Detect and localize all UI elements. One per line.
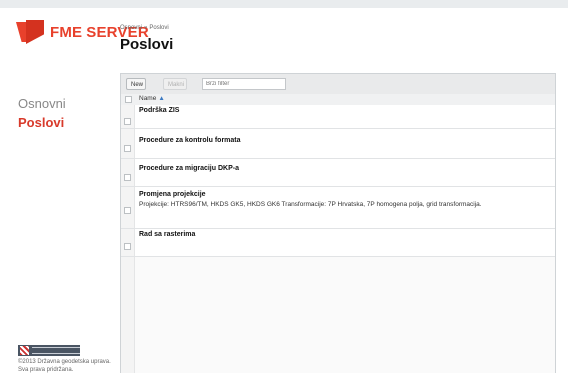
row-checkbox[interactable]: [124, 145, 131, 152]
logo-text-fme: FME: [50, 23, 83, 41]
breadcrumb-osnovni[interactable]: Osnovni: [120, 25, 142, 31]
dgu-logo: [18, 345, 80, 356]
row-gutter: [121, 159, 135, 186]
job-name: Rad sa rasterima: [139, 231, 196, 238]
row-gutter: [121, 129, 135, 158]
job-name: Procedure za kontrolu formata: [139, 137, 241, 144]
breadcrumb-separator: »: [144, 25, 148, 31]
sort-ascending-icon: ▲: [158, 95, 165, 102]
column-header-name[interactable]: Name ▲: [139, 95, 165, 102]
select-all-checkbox[interactable]: [125, 96, 132, 103]
sidebar-item-osnovni[interactable]: Osnovni: [18, 94, 113, 113]
page-title: Poslovi: [120, 36, 174, 53]
jobs-panel: New Makni Name▲ Podrška ZIS Procedure za…: [120, 73, 556, 373]
dgu-logo-lettering: [32, 347, 80, 354]
table-row[interactable]: Podrška ZIS: [121, 105, 555, 129]
row-gutter: [121, 257, 135, 373]
quick-filter-input[interactable]: [202, 78, 286, 90]
fme-logo-icon: [16, 20, 46, 44]
row-checkbox[interactable]: [124, 243, 131, 250]
row-checkbox[interactable]: [124, 174, 131, 181]
copyright-text: ©2013 Državna geodetska uprava. Sva prav…: [18, 359, 111, 373]
job-name: Promjena projekcije: [139, 191, 206, 198]
new-button[interactable]: New: [126, 78, 146, 90]
sidebar-nav: Osnovni Poslovi: [18, 94, 113, 132]
croatian-crest-icon: [20, 346, 29, 355]
job-description: Projekcije: HTRS96/TM, HKDS GK5, HKDS GK…: [139, 201, 482, 208]
top-strip: [0, 0, 568, 8]
breadcrumb: Osnovni» Poslovi: [120, 25, 169, 31]
table-row[interactable]: Rad sa rasterima: [121, 229, 555, 257]
column-header-label: Name: [139, 95, 157, 102]
grid-toolbar: New Makni: [121, 74, 555, 95]
footer: ©2013 Državna geodetska uprava. Sva prav…: [18, 345, 118, 374]
row-checkbox[interactable]: [124, 207, 131, 214]
table-row[interactable]: Procedure za kontrolu formata: [121, 129, 555, 159]
delete-button[interactable]: Makni: [163, 78, 187, 90]
job-name: Procedure za migraciju DKP-a: [139, 165, 239, 172]
job-name: Podrška ZIS: [139, 107, 180, 114]
table-row[interactable]: Promjena projekcije Projekcije: HTRS96/T…: [121, 187, 555, 229]
grid-empty-area: [121, 257, 555, 373]
breadcrumb-current: Poslovi: [149, 25, 169, 31]
sidebar-item-poslovi[interactable]: Poslovi: [18, 113, 113, 132]
row-checkbox[interactable]: [124, 118, 131, 125]
table-row[interactable]: Procedure za migraciju DKP-a: [121, 159, 555, 187]
